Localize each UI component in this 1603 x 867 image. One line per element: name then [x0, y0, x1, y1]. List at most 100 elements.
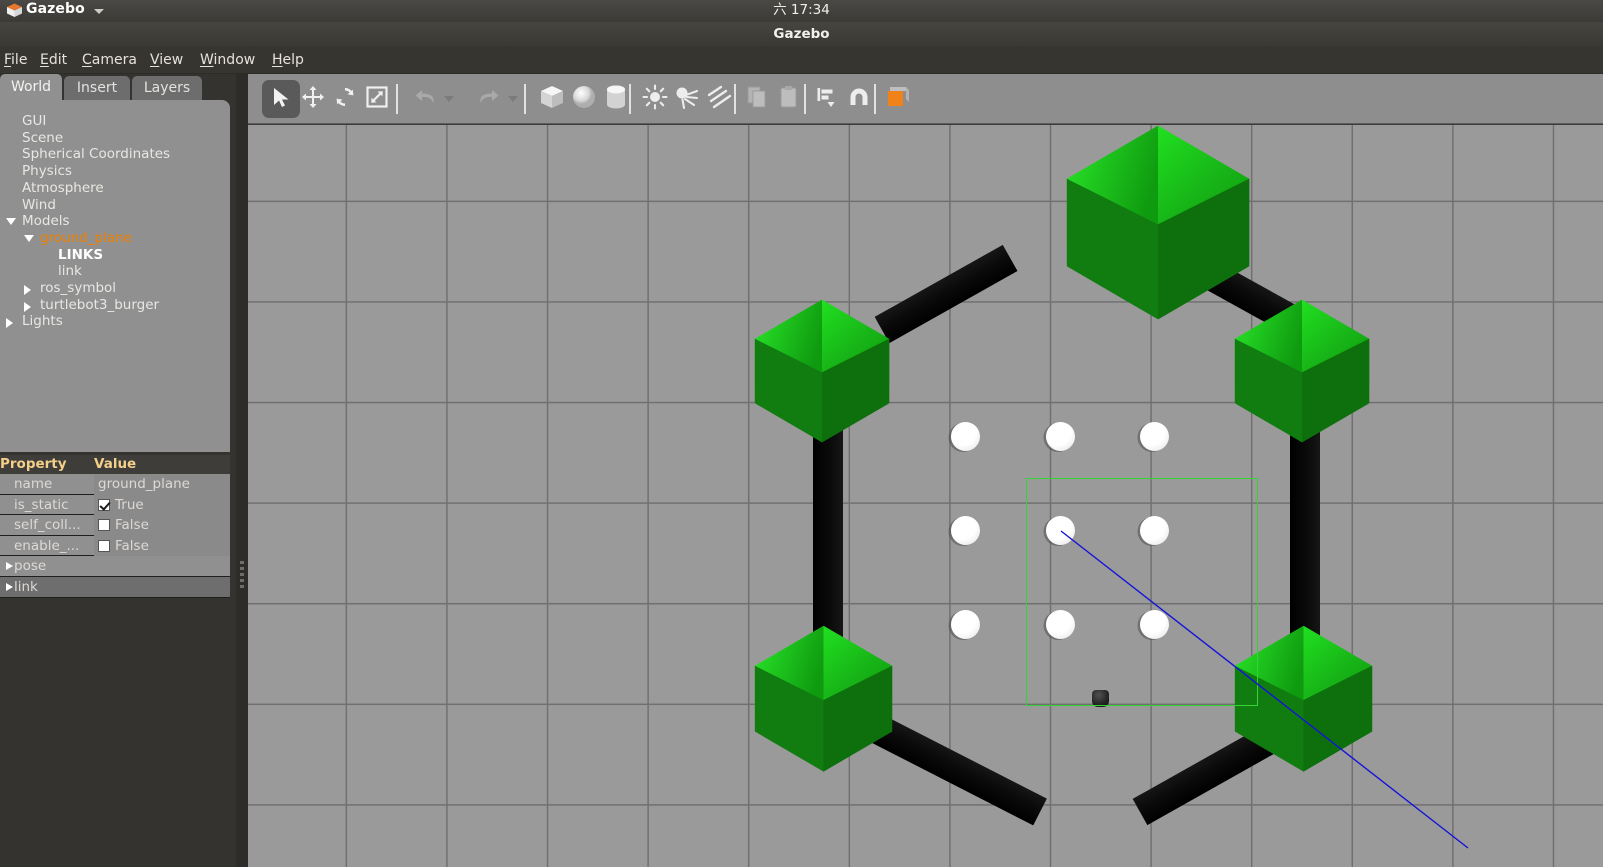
- tree-item-ros-symbol[interactable]: ros_symbol: [0, 280, 230, 297]
- spot-light-icon: [673, 84, 701, 114]
- toolbar-button-view-angle-cube[interactable]: [878, 80, 916, 118]
- tree-item-models[interactable]: Models: [0, 213, 230, 230]
- property-row-name[interactable]: name ground_plane: [0, 474, 230, 495]
- system-clock[interactable]: 六 17:34: [0, 0, 1603, 22]
- toolbar-button-directional-light[interactable]: [700, 80, 738, 118]
- splitter-grip-icon: [240, 561, 244, 591]
- tree-item-label: Scene: [22, 129, 64, 146]
- property-table-header: Property Value: [0, 455, 230, 474]
- tree-item-lights[interactable]: Lights: [0, 313, 230, 330]
- tree-item-label: link: [58, 263, 82, 280]
- chevron-right-icon[interactable]: [24, 301, 31, 312]
- chevron-down-icon[interactable]: [24, 234, 34, 242]
- toolbar-separator: [629, 84, 631, 114]
- property-value-label: True: [115, 496, 144, 513]
- left-panel: World Insert Layers GUI Scene Spherical Coor…: [0, 74, 236, 867]
- menu-bar: File Edit Camera View Window Help: [0, 46, 1603, 74]
- property-value[interactable]: ground_plane: [94, 474, 230, 495]
- property-row-link[interactable]: link: [0, 577, 230, 598]
- menu-help[interactable]: Help: [262, 46, 314, 74]
- box-shape-icon: [539, 84, 565, 114]
- toolbar-separator: [396, 84, 398, 114]
- chevron-down-icon[interactable]: [6, 218, 16, 226]
- undo-dropdown-caret-icon[interactable]: [444, 96, 454, 102]
- property-name: is_static: [14, 496, 69, 513]
- tree-item-link[interactable]: link: [0, 263, 230, 280]
- tree-item-ground-plane[interactable]: ground_plane: [0, 230, 230, 247]
- tab-world[interactable]: World: [0, 74, 62, 100]
- scale-icon: [365, 85, 389, 113]
- menu-edit[interactable]: Edit: [30, 46, 77, 74]
- tree-item-links[interactable]: LINKS: [0, 247, 230, 264]
- checkbox-icon[interactable]: [98, 539, 110, 552]
- sphere-shape-icon: [571, 84, 597, 114]
- property-value[interactable]: True: [94, 494, 230, 516]
- chevron-right-icon[interactable]: [24, 285, 31, 295]
- property-table: Property Value name ground_plane is_static…: [0, 455, 230, 598]
- main-toolbar: [248, 74, 1603, 124]
- tree-item-label: GUI: [22, 113, 47, 129]
- property-name: name: [14, 476, 53, 492]
- align-icon: [815, 85, 839, 113]
- chevron-right-icon[interactable]: [6, 318, 13, 329]
- paste-icon: [778, 85, 800, 113]
- checkbox-icon[interactable]: [98, 498, 110, 511]
- property-row-self_coll[interactable]: self_coll... False: [0, 515, 230, 536]
- tree-item-turtlebot3-burger[interactable]: turtlebot3_burger: [0, 297, 230, 314]
- property-row-is_static[interactable]: is_static True: [0, 494, 230, 516]
- property-row-enable_[interactable]: enable_... False: [0, 535, 230, 557]
- chevron-right-icon[interactable]: [6, 583, 13, 591]
- 3d-viewport[interactable]: [248, 125, 1603, 867]
- tree-item-label: Wind: [22, 196, 56, 213]
- tree-item-label: Lights: [22, 313, 63, 330]
- select-arrow-icon: [270, 86, 292, 112]
- checkbox-icon[interactable]: [98, 519, 110, 532]
- toolbar-button-undo[interactable]: [406, 80, 444, 118]
- property-name: self_coll...: [14, 517, 81, 534]
- tab-insert[interactable]: Insert: [64, 76, 130, 100]
- tree-item-label: Spherical Coordinates: [22, 146, 171, 163]
- property-name: pose: [14, 558, 47, 575]
- copy-icon: [746, 85, 768, 113]
- toolbar-separator: [524, 84, 526, 114]
- tree-item-spherical-coordinates[interactable]: Spherical Coordinates: [0, 146, 230, 163]
- tree-item-label: Models: [22, 213, 70, 230]
- tree-item-wind[interactable]: Wind: [0, 197, 230, 214]
- redo-dropdown-caret-icon[interactable]: [508, 96, 518, 102]
- world-tree[interactable]: GUI Scene Spherical Coordinates Physics Atmo…: [0, 100, 230, 452]
- tree-item-label: LINKS: [58, 246, 104, 263]
- tree-item-atmosphere[interactable]: Atmosphere: [0, 180, 230, 197]
- toolbar-button-snap-magnet[interactable]: [840, 80, 878, 118]
- directional-light-icon: [705, 84, 733, 114]
- value-column-header: Value: [94, 456, 137, 472]
- toolbar-button-paste[interactable]: [770, 80, 808, 118]
- menu-window[interactable]: Window: [190, 46, 265, 74]
- property-value-label: False: [115, 537, 149, 554]
- tree-item-gui[interactable]: GUI: [0, 113, 230, 130]
- menu-view[interactable]: View: [140, 46, 193, 74]
- property-name: link: [14, 579, 38, 595]
- panel-tabstrip: World Insert Layers: [0, 74, 236, 100]
- toolbar-button-scale[interactable]: [358, 80, 396, 118]
- guide-line: [1060, 530, 1469, 849]
- toolbar-separator: [804, 84, 806, 114]
- property-row-pose[interactable]: pose: [0, 556, 230, 577]
- undo-icon: [412, 86, 438, 112]
- chevron-right-icon[interactable]: [6, 562, 13, 571]
- panel-splitter[interactable]: [236, 74, 248, 867]
- tree-item-scene[interactable]: Scene: [0, 130, 230, 147]
- tree-item-label: ros_symbol: [40, 280, 117, 296]
- toolbar-button-redo[interactable]: [470, 80, 508, 118]
- view-angle-cube-icon: [884, 85, 910, 113]
- translate-move-icon: [301, 85, 325, 113]
- tree-item-physics[interactable]: Physics: [0, 163, 230, 180]
- property-value[interactable]: False: [94, 535, 230, 557]
- redo-icon: [476, 86, 502, 112]
- property-value[interactable]: False: [94, 515, 230, 536]
- menu-camera[interactable]: Camera: [72, 46, 147, 74]
- property-name: enable_...: [14, 537, 80, 554]
- snap-magnet-icon: [847, 85, 871, 113]
- toolbar-separator: [734, 84, 736, 114]
- tab-layers[interactable]: Layers: [132, 76, 202, 100]
- tree-item-label: turtlebot3_burger: [40, 296, 160, 313]
